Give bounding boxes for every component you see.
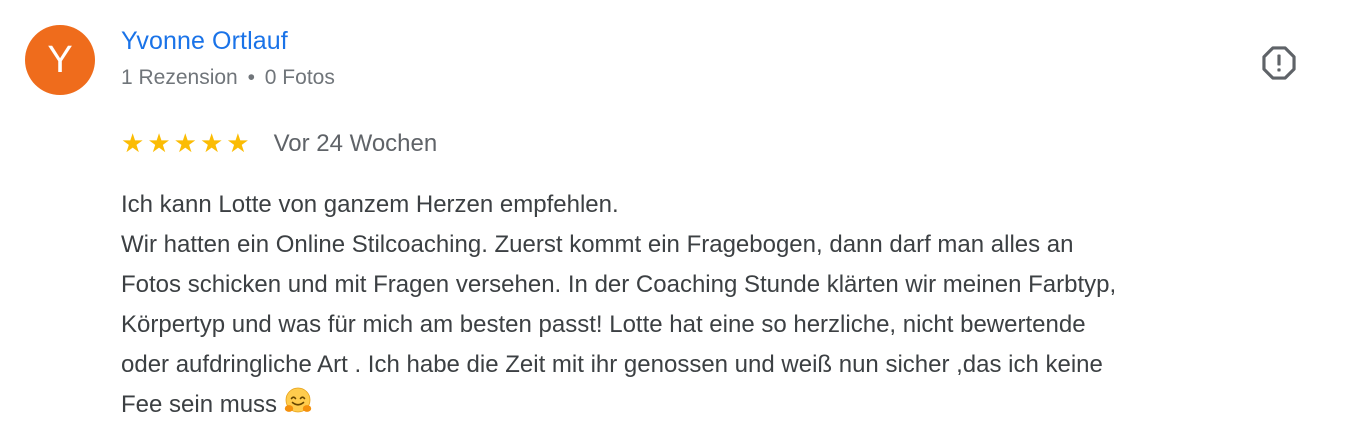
review-count: 1 Rezension [121, 66, 238, 89]
star-icon: ★ [147, 129, 171, 159]
star-icon: ★ [173, 129, 197, 159]
meta-separator: • [247, 66, 255, 89]
star-icon: ★ [226, 129, 250, 159]
photo-count: 0 Fotos [264, 66, 335, 89]
reviewer-meta: 1 Rezension • 0 Fotos [121, 63, 335, 93]
review-text-body: Ich kann Lotte von ganzem Herzen empfehl… [121, 191, 1117, 418]
avatar-letter: Y [47, 38, 73, 81]
star-icon: ★ [199, 129, 224, 159]
star-icon: ★ [121, 129, 145, 159]
star-rating: ★ ★ ★ ★ ★ [121, 131, 250, 157]
review-date: Vor 24 Wochen [273, 130, 438, 157]
hugging-face-emoji-icon [283, 386, 313, 429]
report-flag-icon [1262, 46, 1296, 80]
reviewer-avatar[interactable]: Y [25, 25, 95, 95]
report-review-button[interactable] [1258, 42, 1300, 84]
review-text: Ich kann Lotte von ganzem Herzen empfehl… [121, 185, 1321, 429]
rating-row: ★ ★ ★ ★ ★ Vor 24 Wochen [121, 127, 437, 161]
reviewer-name-link[interactable]: Yvonne Ortlauf [121, 24, 288, 58]
